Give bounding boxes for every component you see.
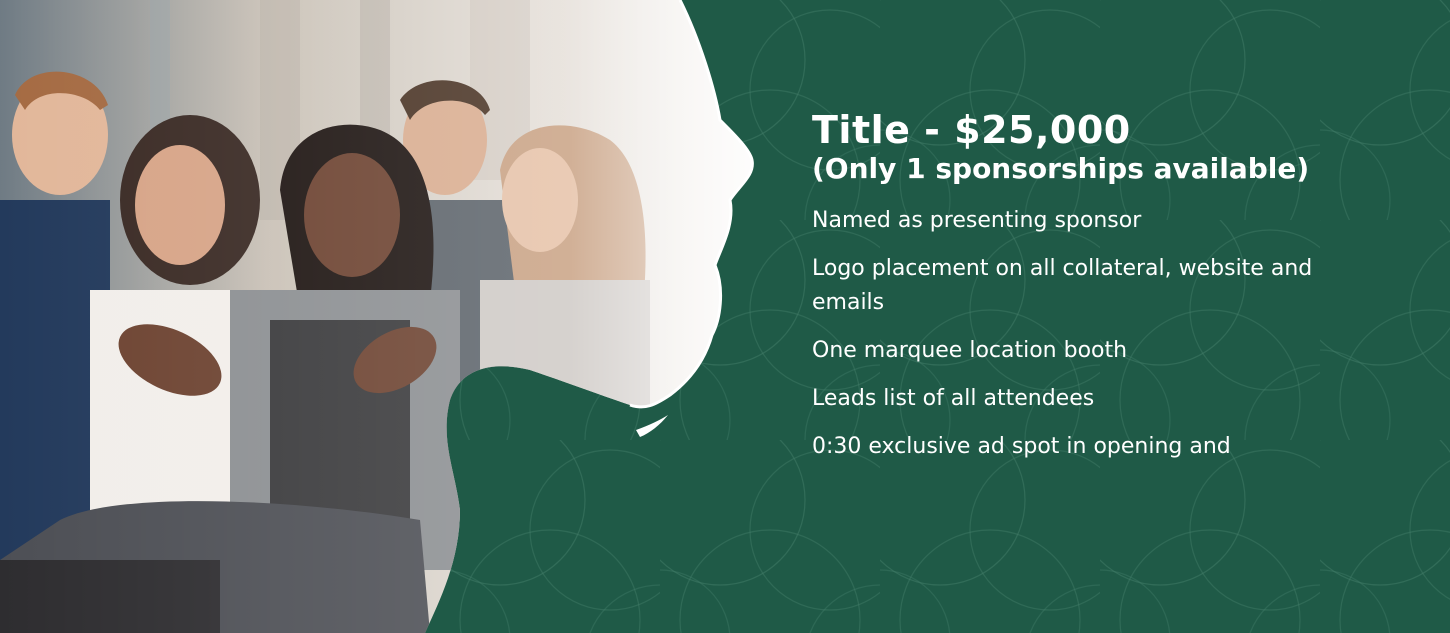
leaf-accent-icon: [636, 415, 668, 437]
sponsorship-availability: (Only 1 sponsorships available): [812, 152, 1310, 185]
benefit-item: Logo placement on all collateral, websit…: [812, 256, 1313, 315]
sponsorship-details: Title - $25,000 (Only 1 sponsorships ava…: [812, 108, 1412, 478]
benefit-item: Named as presenting sponsor: [812, 208, 1142, 233]
benefit-item: One marquee location booth: [812, 338, 1128, 363]
sponsorship-title: Title - $25,000: [812, 108, 1131, 152]
benefit-item: 0:30 exclusive ad spot in opening and: [812, 434, 1231, 459]
benefits-list: Named as presenting sponsor Logo placeme…: [812, 204, 1412, 464]
sponsorship-banner: Title - $25,000 (Only 1 sponsorships ava…: [0, 0, 1450, 633]
benefit-item: Leads list of all attendees: [812, 386, 1095, 411]
